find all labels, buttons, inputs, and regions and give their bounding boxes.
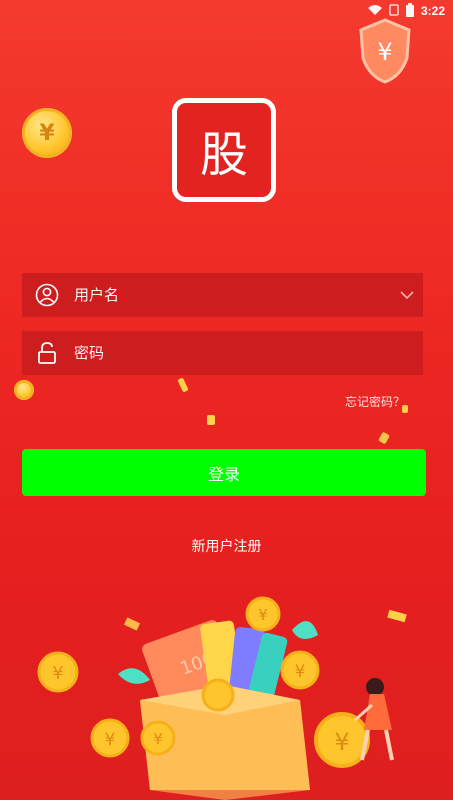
username-field-container xyxy=(22,272,423,318)
password-input[interactable] xyxy=(72,330,423,376)
shield-icon: ¥ xyxy=(359,18,411,84)
confetti-decoration xyxy=(207,415,215,425)
coin-icon: ¥ xyxy=(22,108,72,158)
lock-icon xyxy=(34,340,60,366)
confetti-decoration xyxy=(177,377,189,393)
svg-text:¥: ¥ xyxy=(295,662,306,682)
svg-text:¥: ¥ xyxy=(52,663,63,684)
password-field-container xyxy=(22,330,423,376)
clock: 3:22 xyxy=(420,4,445,18)
svg-text:¥: ¥ xyxy=(153,730,163,748)
username-input[interactable] xyxy=(72,272,391,318)
svg-text:¥: ¥ xyxy=(105,730,116,750)
logo-character: 股 xyxy=(199,127,248,183)
svg-text:¥: ¥ xyxy=(377,38,392,66)
login-button[interactable]: 登录 xyxy=(22,449,426,496)
register-link[interactable]: 新用户注册 xyxy=(0,536,453,556)
forgot-password-link[interactable]: 忘记密码？ xyxy=(345,393,405,410)
app-logo: 股 xyxy=(172,98,276,202)
chevron-down-icon[interactable] xyxy=(391,273,423,317)
gift-box-illustration: 100 ¥ ¥ ¥ ¥ ¥ ¥ xyxy=(37,596,407,800)
coin-icon xyxy=(14,380,34,400)
svg-text:¥: ¥ xyxy=(334,728,349,756)
user-icon xyxy=(34,282,60,308)
confetti-decoration xyxy=(378,431,390,445)
svg-text:¥: ¥ xyxy=(258,606,268,624)
